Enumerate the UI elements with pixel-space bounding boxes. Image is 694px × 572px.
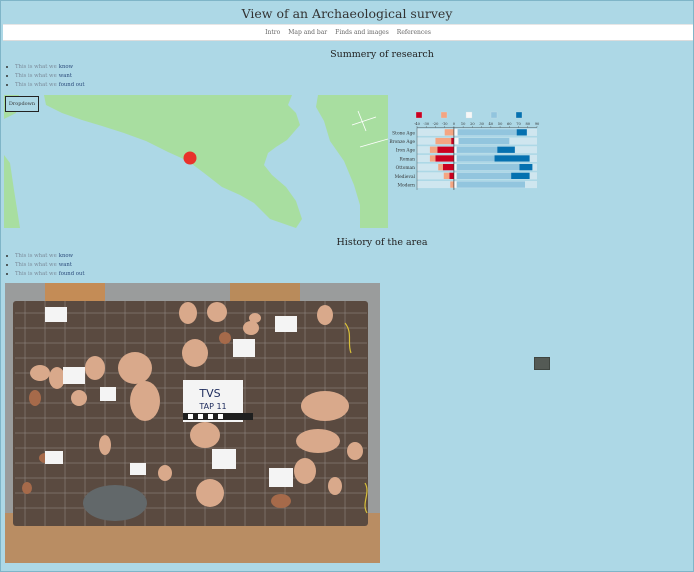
top-navbar: Intro Map and bar Finds and images Refer… <box>3 24 693 41</box>
image-thumbnail-icon[interactable] <box>534 357 550 370</box>
bar-segment <box>519 164 533 171</box>
survey-map[interactable] <box>4 95 388 228</box>
bar-segment <box>511 172 530 179</box>
bar-segment <box>443 172 450 179</box>
bar-segment <box>444 129 454 136</box>
dropdown-button[interactable]: Dropdown <box>5 96 39 112</box>
bar-segment <box>429 155 436 162</box>
bar-segment <box>497 146 515 153</box>
legend-swatch <box>415 111 423 119</box>
list-item: This is what we know <box>6 251 85 260</box>
x-tick-label: 80 <box>525 122 530 126</box>
bar-segment <box>453 164 457 171</box>
bullet-link[interactable]: know <box>59 64 73 70</box>
x-tick-label: 30 <box>479 122 484 126</box>
bar-segment <box>435 137 452 145</box>
bar-segment <box>516 129 527 136</box>
nav-item-finds-and-images[interactable]: Finds and images <box>331 29 393 36</box>
bar-segment <box>456 181 525 188</box>
y-tick-label: Ottoman <box>396 166 416 171</box>
bar-segment <box>453 155 457 162</box>
list-item: This is what we found out <box>6 80 85 89</box>
page-title: View of an Archaeological survey <box>241 6 453 21</box>
period-bar-chart: -40 -30 -20 -10 0 10 20 30 40 50 60 70 80 90 Stone Age… <box>387 110 547 194</box>
chart-canvas: -40 -30 -20 -10 0 10 20 30 40 50 60 70 80 90 Stone Age… <box>389 111 540 190</box>
bar-segment <box>458 137 510 145</box>
x-tick-label: 40 <box>489 122 494 126</box>
x-tick-label: -30 <box>423 122 430 126</box>
bar-segment <box>453 146 457 153</box>
x-tick-label: 10 <box>461 122 466 126</box>
legend-swatch <box>490 111 498 119</box>
x-tick-label: 90 <box>535 122 540 126</box>
site-marker-icon[interactable] <box>183 151 197 165</box>
nav-item-intro[interactable]: Intro <box>261 29 284 36</box>
legend-swatch <box>440 111 448 119</box>
bar-segment <box>435 155 454 162</box>
nav-item-map-and-bar[interactable]: Map and bar <box>284 29 331 36</box>
y-tick-label: Modern <box>398 184 416 189</box>
y-tick-label: Roman <box>399 157 415 162</box>
bar-segment <box>453 137 459 145</box>
list-item: This is what we know <box>6 62 85 71</box>
history-heading: History of the area <box>336 237 428 248</box>
y-tick-label: Bronze Age <box>389 140 415 145</box>
bar-segment <box>453 172 457 179</box>
list-item: This is what we want <box>6 260 85 269</box>
x-tick-label: 20 <box>470 122 475 126</box>
bar-segment <box>456 146 498 153</box>
finds-photo-image: TVS TAP 11 <box>5 283 380 563</box>
bar-segment <box>456 164 520 171</box>
bar-segment <box>457 129 517 136</box>
x-tick-label: -40 <box>414 122 421 126</box>
bar-segment <box>442 164 454 171</box>
bar-segment <box>456 155 495 162</box>
list-item: This is what we found out <box>6 269 85 278</box>
bar-segment <box>437 146 454 153</box>
bar-segment <box>429 146 438 153</box>
map-canvas <box>4 95 388 228</box>
x-tick-label: 70 <box>516 122 521 126</box>
bullet-link[interactable]: know <box>59 253 73 259</box>
bar-segment <box>453 129 458 136</box>
bullet-link[interactable]: found out <box>59 271 85 277</box>
bullet-link[interactable]: want <box>59 262 72 268</box>
bar-segment <box>449 172 454 179</box>
bar-segment <box>456 172 512 179</box>
bar-segment <box>453 181 457 188</box>
history-bullet-list: This is what we know This is what we want … <box>6 251 85 278</box>
nav-item-references[interactable]: References <box>393 29 435 36</box>
bullet-link[interactable]: want <box>59 73 72 79</box>
y-tick-label: Stone Age <box>392 131 415 136</box>
x-tick-label: -20 <box>433 122 440 126</box>
x-tick-label: 50 <box>498 122 503 126</box>
legend-swatch <box>515 111 523 119</box>
legend-swatch <box>465 111 473 119</box>
bar-segment <box>438 164 443 171</box>
bullet-link[interactable]: found out <box>59 82 85 88</box>
summary-bullet-list: This is what we know This is what we want … <box>6 62 85 89</box>
x-tick-label: 0 <box>453 122 456 126</box>
photo-sign-text-2: TAP 11 <box>198 402 226 411</box>
summary-heading: Summery of research <box>330 49 434 60</box>
y-tick-label: Medieval <box>395 175 416 180</box>
x-tick-label: 60 <box>507 122 512 126</box>
x-tick-label: -10 <box>442 122 449 126</box>
list-item: This is what we want <box>6 71 85 80</box>
bar-segment <box>450 181 454 188</box>
photo-sign-text-1: TVS <box>198 387 220 400</box>
bar-segment <box>451 137 454 145</box>
finds-photo: TVS TAP 11 <box>5 283 380 563</box>
y-tick-label: Iron Age <box>396 149 416 154</box>
bar-segment <box>494 155 530 162</box>
